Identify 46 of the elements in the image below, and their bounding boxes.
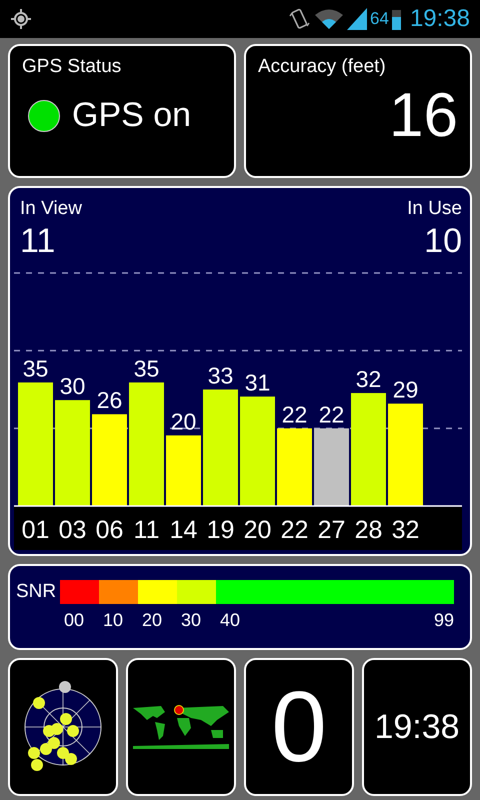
card-title: GPS Status [22,56,122,78]
gps-status-text: GPS on [72,96,192,135]
satellite-id: 20 [244,516,272,544]
scale-tick: 99 [434,610,454,631]
bar-value: 30 [60,373,86,400]
battery-level: 64 [370,9,389,29]
scale-tick: 40 [220,610,242,631]
gps-icon [10,8,32,30]
bar-value: 29 [392,376,418,403]
satellite-id: 06 [96,516,124,544]
satellite-id: 28 [354,516,382,544]
scale-tick: 10 [103,610,124,631]
status-time: 19:38 [410,5,470,33]
bar-value: 33 [208,362,234,388]
bar-value: 35 [134,355,160,382]
bar-value: 35 [22,355,48,382]
in-use-count: 10 [424,222,462,261]
bar-value: 32 [356,366,382,392]
in-use-label: In Use [407,198,462,220]
satellite-id: 14 [170,516,198,544]
satellite-id: 11 [134,516,160,544]
snr-label: SNR [16,581,56,603]
satellite-id: 22 [280,516,308,544]
scale-tick: 20 [142,610,164,631]
scale-tick: 00 [64,610,86,631]
card-title: Accuracy (feet) [258,56,387,78]
satellite-id: 27 [318,516,346,544]
bar-value: 22 [282,401,308,428]
in-view-label: In View [20,198,82,220]
wifi-icon [314,8,344,30]
bar-value: 26 [96,387,122,414]
battery-icon [392,8,401,30]
satellite-id: 19 [206,516,234,544]
in-view-count: 11 [20,222,56,261]
bar-value: 20 [170,408,196,434]
accuracy-value: 16 [389,80,458,151]
signal-icon [347,8,368,30]
scale-tick: 30 [181,610,202,631]
clock-time: 19:38 [374,708,460,746]
bar-value: 31 [244,370,270,396]
satellite-id: 01 [22,516,50,544]
satellite-count: 0 [271,670,327,784]
satellite-id: 32 [392,516,420,544]
satellite-id: 03 [58,516,86,544]
bar-value: 22 [318,401,344,428]
vibrate-icon [289,7,312,31]
